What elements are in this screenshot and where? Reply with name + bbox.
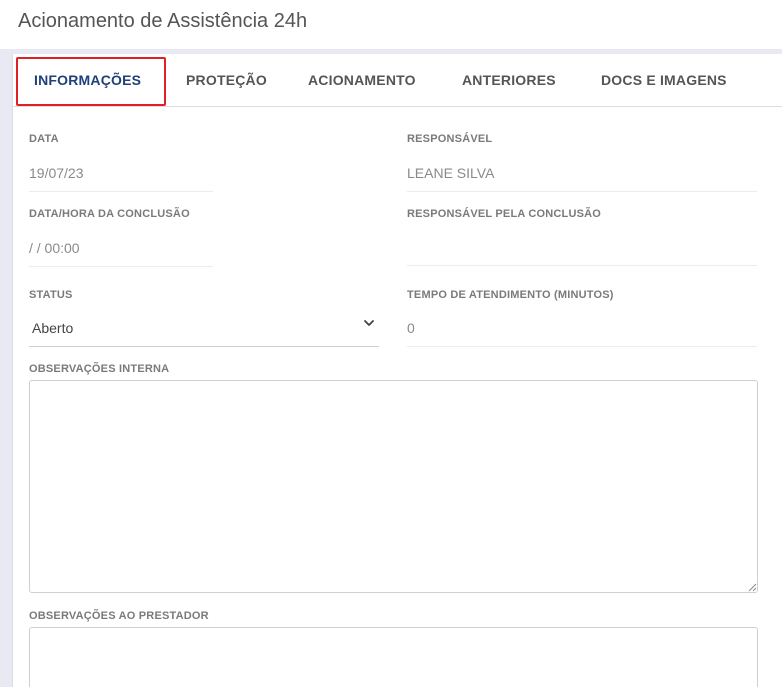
data-label: DATA [29, 133, 59, 145]
data-hora-conclusao-field[interactable]: / / 00:00 [29, 240, 80, 256]
tab-bar: INFORMAÇÕES PROTEÇÃO ACIONAMENTO ANTERIO… [13, 54, 782, 107]
tempo-atendimento-label: TEMPO DE ATENDIMENTO (MINUTOS) [407, 289, 614, 301]
tempo-atendimento-field[interactable]: 0 [407, 320, 415, 336]
data-hora-conclusao-label: DATA/HORA DA CONCLUSÃO [29, 208, 190, 220]
resize-grip-icon[interactable] [747, 582, 757, 592]
status-select[interactable]: Aberto [29, 309, 379, 347]
status-selected-value: Aberto [32, 320, 74, 336]
responsavel-label: RESPONSÁVEL [407, 133, 493, 145]
tempo-atendimento-underline [407, 346, 757, 347]
data-field[interactable]: 19/07/23 [29, 165, 84, 181]
data-field-underline [29, 191, 213, 192]
observacoes-interna-label: OBSERVAÇÕES INTERNA [29, 363, 170, 375]
tab-anteriores[interactable]: ANTERIORES [462, 54, 556, 107]
observacoes-prestador-label: OBSERVAÇÕES AO PRESTADOR [29, 610, 209, 622]
tab-informacoes[interactable]: INFORMAÇÕES [34, 54, 141, 107]
status-label: STATUS [29, 289, 73, 301]
chevron-down-icon [364, 320, 374, 326]
responsavel-conclusao-underline [407, 265, 757, 266]
tab-docs-e-imagens[interactable]: DOCS E IMAGENS [601, 54, 727, 107]
page: Acionamento de Assistência 24h INFORMAÇÕ… [0, 0, 782, 687]
responsavel-conclusao-label: RESPONSÁVEL PELA CONCLUSÃO [407, 208, 602, 220]
data-hora-conclusao-underline [29, 266, 213, 267]
responsavel-field-underline [407, 191, 757, 192]
observacoes-prestador-textarea[interactable] [29, 627, 758, 687]
responsavel-field[interactable]: LEANE SILVA [407, 165, 494, 181]
tab-protecao[interactable]: PROTEÇÃO [186, 54, 267, 107]
tab-acionamento[interactable]: ACIONAMENTO [308, 54, 416, 107]
observacoes-interna-textarea[interactable] [29, 380, 758, 593]
page-title: Acionamento de Assistência 24h [18, 10, 308, 32]
form-card: INFORMAÇÕES PROTEÇÃO ACIONAMENTO ANTERIO… [12, 54, 782, 687]
